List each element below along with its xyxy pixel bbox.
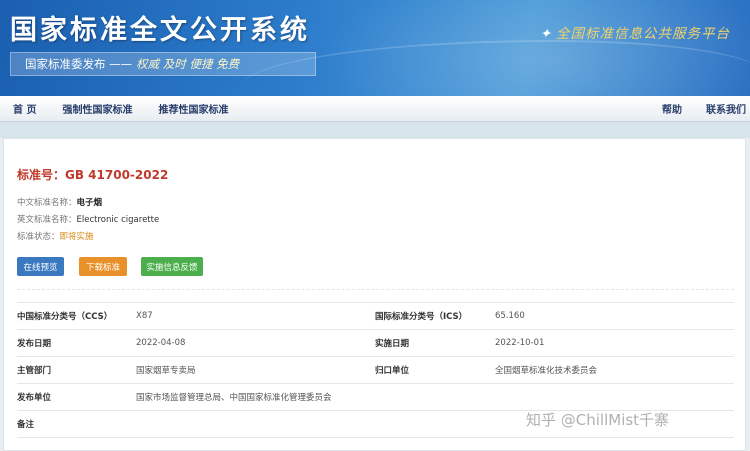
nav-right-group: 帮助 联系我们 [662, 101, 750, 116]
publisher-value: 国家市场监督管理总局、中国国家标准化管理委员会 [136, 383, 734, 411]
platform-star-icon: ✦ [539, 26, 552, 42]
platform-tag: ✦ 全国标准信息公共服务平台 [540, 22, 730, 42]
standard-detail-panel: 标准号：GB 41700-2022 中文标准名称：电子烟 英文标准名称：Elec… [3, 138, 746, 451]
nav-home[interactable]: 首 页 [13, 101, 36, 116]
preview-online-button[interactable]: 在线预览 [17, 257, 64, 276]
standard-number-title: 标准号：GB 41700-2022 [17, 168, 169, 182]
zhihu-watermark: 知乎 @ChillMist千寨 [526, 411, 670, 429]
table-row: 中国标准分类号（CCS） X87 国际标准分类号（ICS） 65.160 [17, 302, 734, 330]
nav-mandatory-standards[interactable]: 强制性国家标准 [62, 101, 132, 116]
cn-name-row: 中文标准名称：电子烟 [17, 196, 102, 208]
en-name-row: 英文标准名称：Electronic cigarette [17, 213, 159, 225]
cn-name-label: 中文标准名称： [17, 198, 77, 208]
slogan-prefix: 国家标准委发布 —— [25, 57, 133, 71]
en-name-value: Electronic cigarette [76, 215, 160, 225]
publish-date-value: 2022-04-08 [136, 329, 375, 357]
table-row: 发布单位 国家市场监督管理总局、中国国家标准化管理委员会 [17, 383, 734, 411]
competent-dept-value: 国家烟草专卖局 [136, 356, 375, 384]
publisher-label: 发布单位 [17, 383, 136, 411]
ccs-label: 中国标准分类号（CCS） [17, 302, 136, 330]
competent-dept-label: 主管部门 [17, 356, 136, 384]
platform-tag-text: 全国标准信息公共服务平台 [556, 26, 730, 42]
banner-decoration [240, 40, 750, 96]
implement-date-label: 实施日期 [375, 329, 495, 357]
responsible-unit-label: 归口单位 [375, 356, 495, 384]
slogan-bar: 国家标准委发布 —— 权威 及时 便捷 免费 [10, 52, 316, 76]
nav-contact[interactable]: 联系我们 [706, 101, 746, 116]
publish-date-label: 发布日期 [17, 329, 136, 357]
remarks-label: 备注 [17, 410, 136, 438]
ics-label: 国际标准分类号（ICS） [375, 302, 495, 330]
status-row: 标准状态：即将实施 [17, 230, 94, 242]
ics-value: 65.160 [495, 302, 734, 330]
nav-recommended-standards[interactable]: 推荐性国家标准 [158, 101, 228, 116]
en-name-label: 英文标准名称： [17, 215, 77, 225]
table-row: 主管部门 国家烟草专卖局 归口单位 全国烟草标准化技术委员会 [17, 356, 734, 384]
table-row: 发布日期 2022-04-08 实施日期 2022-10-01 [17, 329, 734, 357]
status-value: 即将实施 [59, 232, 94, 242]
header-banner: 国家标准全文公开系统 国家标准委发布 —— 权威 及时 便捷 免费 ✦ 全国标准信… [0, 0, 750, 96]
responsible-unit-value: 全国烟草标准化技术委员会 [495, 356, 734, 384]
nav-left-group: 首 页 强制性国家标准 推荐性国家标准 [0, 101, 228, 116]
nav-help[interactable]: 帮助 [662, 101, 682, 116]
implement-date-value: 2022-10-01 [495, 329, 734, 357]
implementation-feedback-button[interactable]: 实施信息反馈 [141, 257, 203, 276]
content-top-strip [0, 122, 750, 138]
cn-name-value: 电子烟 [76, 198, 103, 208]
ccs-value: X87 [136, 302, 375, 330]
status-label: 标准状态： [17, 232, 60, 242]
main-nav: 首 页 强制性国家标准 推荐性国家标准 帮助 联系我们 [0, 96, 750, 122]
section-divider [17, 289, 734, 290]
download-standard-button[interactable]: 下载标准 [79, 257, 127, 276]
site-title[interactable]: 国家标准全文公开系统 [10, 8, 310, 47]
slogan-values: 权威 及时 便捷 免费 [136, 57, 240, 71]
